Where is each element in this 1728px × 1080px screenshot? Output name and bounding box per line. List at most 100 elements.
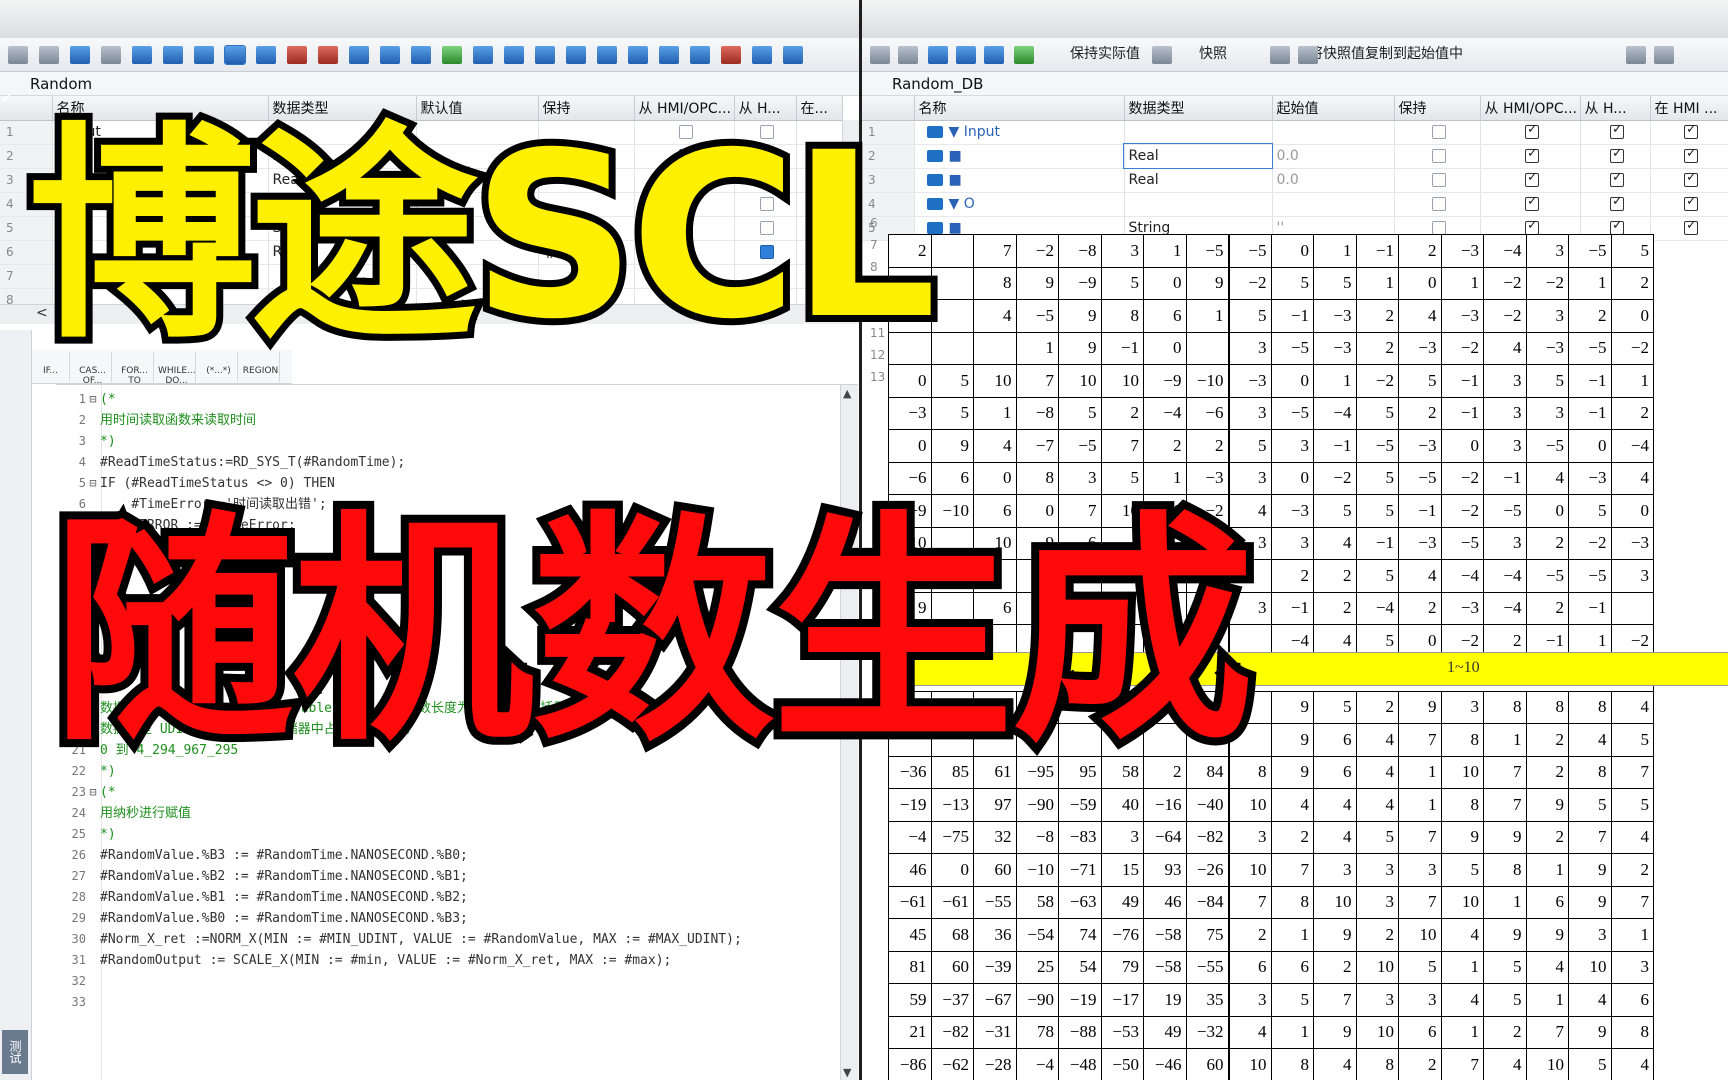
db-column-header-6[interactable]: 从 H... (1580, 96, 1651, 121)
toolbar-icon-13[interactable] (380, 46, 400, 64)
side-tab-label[interactable]: 测试 (2, 1030, 28, 1074)
db-checkbox-cell[interactable] (1480, 168, 1581, 193)
db-checkbox[interactable] (1432, 173, 1446, 187)
db-checkbox-cell[interactable] (1480, 120, 1581, 145)
db-toolbar-icon-8[interactable] (1270, 46, 1290, 64)
toolbar-icon-4[interactable] (101, 46, 121, 64)
toolbar-icon-10[interactable] (287, 46, 307, 64)
toolbar-icon-26[interactable] (783, 46, 803, 64)
code-line[interactable]: 3 *) (56, 431, 826, 452)
db-checkbox[interactable] (1684, 146, 1698, 163)
toolbar-icon-20[interactable] (597, 46, 617, 64)
code-line[interactable]: 27 #RandomValue.%B2 := #RandomTime.NANOSE… (56, 866, 826, 887)
db-checkbox[interactable] (1432, 197, 1446, 211)
db-row-start[interactable] (1272, 192, 1395, 217)
toolbar-icon-8[interactable] (224, 45, 246, 65)
db-checkbox-cell[interactable] (1650, 192, 1728, 217)
db-row[interactable]: 2 ■ Real 0.0 (862, 143, 1728, 169)
toolbar-icon-1[interactable] (8, 46, 28, 64)
toolbar-icon-6[interactable] (163, 46, 183, 64)
toolbar-icon-19[interactable] (566, 46, 586, 64)
code-line[interactable]: 2 用时间读取函数来读取时间 (56, 410, 826, 431)
db-checkbox-cell[interactable] (1650, 120, 1728, 145)
toolbar-icon-11[interactable] (318, 46, 338, 64)
toolbar-icon-21[interactable] (628, 46, 648, 64)
code-line[interactable]: 1 ⊟ (* (56, 389, 826, 410)
db-checkbox-cell[interactable] (1580, 144, 1651, 169)
db-toolbar-icon-9[interactable] (1298, 46, 1318, 64)
code-line[interactable]: 32 (56, 971, 826, 992)
db-row-name[interactable]: ▼ Input (914, 120, 1125, 145)
db-toolbar-icon-3[interactable] (928, 46, 948, 64)
db-checkbox-cell[interactable] (1580, 168, 1651, 193)
code-line[interactable]: 30 #Norm_X_ret :=NORM_X(MIN := #MIN_UDINT… (56, 929, 826, 950)
db-checkbox-cell[interactable] (1480, 144, 1581, 169)
toolbar-icon-23[interactable] (690, 46, 710, 64)
db-column-header-5[interactable]: 从 HMI/OPC... (1480, 96, 1581, 121)
db-toolbar-icon-7[interactable] (1152, 46, 1172, 64)
db-checkbox-cell[interactable] (1580, 192, 1651, 217)
fold-marker-icon[interactable]: ⊟ (86, 473, 100, 494)
db-checkbox[interactable] (1684, 194, 1698, 211)
toolbar-icon-16[interactable] (473, 46, 493, 64)
db-row[interactable]: 3 ■ Real 0.0 (862, 168, 1728, 193)
db-checkbox[interactable] (1432, 125, 1446, 139)
fold-marker-icon[interactable]: ⊟ (86, 389, 100, 410)
toolbar-icon-14[interactable] (411, 46, 431, 64)
db-toolbar-icon-10[interactable] (1626, 46, 1646, 64)
db-row-type[interactable]: Real (1124, 168, 1273, 193)
toolbar-icon-5[interactable] (132, 46, 152, 64)
db-checkbox[interactable] (1610, 170, 1624, 187)
toolbar-icon-24[interactable] (721, 46, 741, 64)
db-checkbox[interactable] (1684, 170, 1698, 187)
db-row-start[interactable] (1272, 120, 1395, 145)
snapshot-button[interactable]: 快照 (1199, 43, 1227, 65)
scroll-up-icon[interactable]: ▲ (843, 387, 851, 400)
db-checkbox-cell[interactable] (1650, 216, 1728, 241)
toolbar-icon-7[interactable] (194, 46, 214, 64)
scroll-down-icon[interactable]: ▼ (843, 1066, 851, 1079)
code-line[interactable]: 33 (56, 992, 826, 1013)
code-line[interactable]: 26 #RandomValue.%B3 := #RandomTime.NANOSE… (56, 845, 826, 866)
toolbar-icon-25[interactable] (752, 46, 772, 64)
toolbar-icon-15[interactable] (442, 46, 462, 64)
db-checkbox[interactable] (1610, 122, 1624, 139)
db-checkbox[interactable] (1525, 218, 1539, 235)
copy-snapshot-button[interactable]: 将快照值复制到起始值中 (1309, 43, 1463, 65)
db-column-header-2[interactable]: 数据类型 (1124, 96, 1273, 121)
db-checkbox[interactable] (1610, 194, 1624, 211)
db-row-type[interactable] (1124, 120, 1273, 145)
db-column-header-4[interactable]: 保持 (1394, 96, 1481, 121)
db-row-start[interactable]: 0.0 (1272, 168, 1395, 193)
db-row-name[interactable]: ▼ O (914, 192, 1125, 217)
toolbar-icon-3[interactable] (70, 46, 90, 64)
db-row-type[interactable]: Real (1123, 143, 1273, 169)
db-checkbox-cell[interactable] (1650, 144, 1728, 169)
db-toolbar-icon-11[interactable] (1654, 46, 1674, 64)
toolbar-icon-2[interactable] (39, 46, 59, 64)
db-checkbox-cell[interactable] (1394, 192, 1481, 217)
keep-actual-values-button[interactable]: 保持实际值 (1070, 43, 1140, 65)
db-row-start[interactable]: 0.0 (1272, 144, 1395, 169)
db-column-header-7[interactable]: 在 HMI ... (1650, 96, 1728, 121)
db-checkbox[interactable] (1525, 146, 1539, 163)
db-checkbox[interactable] (1610, 218, 1624, 235)
db-checkbox[interactable] (1525, 122, 1539, 139)
db-toolbar-icon-4[interactable] (956, 46, 976, 64)
db-checkbox-cell[interactable] (1580, 120, 1651, 145)
code-line[interactable]: 31 #RandomOutput := SCALE_X(MIN := #min, … (56, 950, 826, 971)
db-row-type[interactable] (1124, 192, 1273, 217)
toolbar-icon-9[interactable] (256, 46, 276, 64)
db-row-name[interactable]: ■ (914, 144, 1125, 169)
code-line[interactable]: 4 #ReadTimeStatus:=RD_SYS_T(#RandomTime); (56, 452, 826, 473)
db-toolbar-icon-6[interactable] (1014, 46, 1034, 64)
db-toolbar-icon-2[interactable] (898, 46, 918, 64)
code-line[interactable]: 23 ⊟ (* (56, 782, 826, 803)
db-checkbox[interactable] (1610, 146, 1624, 163)
db-checkbox[interactable] (1525, 170, 1539, 187)
db-checkbox-cell[interactable] (1650, 168, 1728, 193)
db-checkbox[interactable] (1432, 149, 1446, 163)
code-line[interactable]: 29 #RandomValue.%B0 := #RandomTime.NANOSE… (56, 908, 826, 929)
db-checkbox[interactable] (1432, 221, 1446, 235)
db-column-header-1[interactable]: 名称 (914, 96, 1125, 121)
